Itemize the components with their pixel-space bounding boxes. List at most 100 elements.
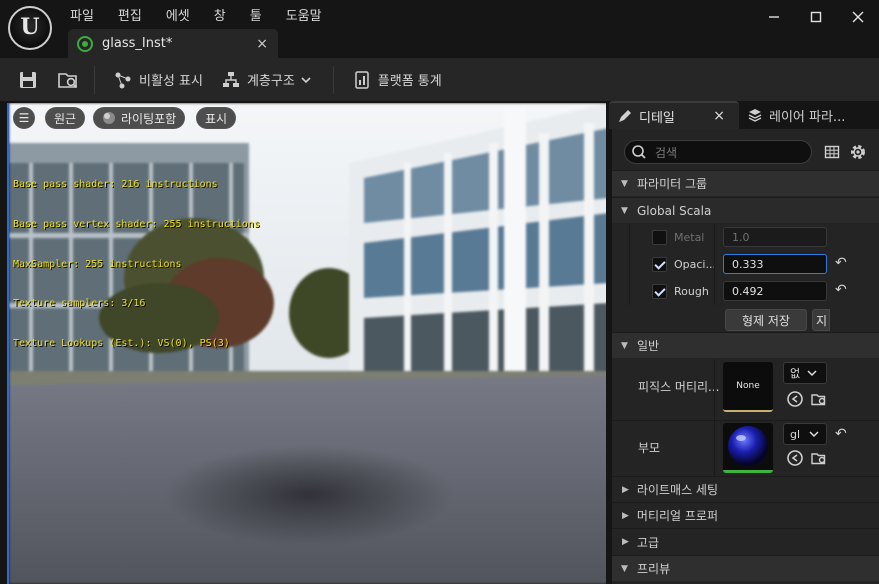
tab-layer-parameters[interactable]: 레이어 파라...: [739, 101, 879, 129]
tab-details[interactable]: 디테일 ×: [609, 101, 739, 129]
section-label: 머티리얼 프로퍼: [636, 509, 719, 523]
section-advanced[interactable]: ▶ 고급: [612, 528, 879, 555]
param-row-metal: Metal 1.0: [612, 224, 879, 251]
thumbnail-none-label: None: [736, 381, 760, 391]
menu-window[interactable]: 창: [202, 2, 238, 27]
save-sibling-button[interactable]: 형제 저장: [725, 309, 807, 331]
menu-edit[interactable]: 편집: [106, 2, 154, 27]
hierarchy-button[interactable]: 계층구조: [221, 70, 319, 90]
tab-layer-label: 레이어 파라...: [769, 109, 846, 125]
use-selected-asset-icon[interactable]: [786, 390, 804, 408]
collapse-arrow-icon: ▼: [621, 178, 628, 189]
material-sphere-preview: [728, 426, 768, 466]
details-search-input[interactable]: 검색: [624, 140, 812, 164]
param-name-rough: Rough: [674, 285, 709, 298]
parent-combo-label: gl: [790, 427, 801, 441]
save-icon[interactable]: [16, 68, 40, 92]
save-child-button[interactable]: 지: [812, 309, 830, 331]
maximize-icon: [810, 11, 822, 23]
tab-close-button[interactable]: ×: [256, 36, 268, 52]
stat-line: Base pass shader: 216 instructions: [13, 179, 218, 191]
section-material-property[interactable]: ▶ 머티리얼 프로퍼: [612, 502, 879, 528]
search-placeholder: 검색: [655, 145, 678, 160]
expand-arrow-icon: ▶: [622, 510, 629, 521]
physical-material-combo-label: 없: [790, 367, 801, 380]
menu-asset[interactable]: 에셋: [154, 2, 202, 27]
category-label: 프리뷰: [637, 562, 671, 576]
layers-icon: [748, 109, 762, 122]
browse-asset-icon[interactable]: [810, 390, 828, 408]
section-lightmass[interactable]: ▶ 라이트매스 세팅: [612, 476, 879, 502]
browse-icon[interactable]: [56, 68, 80, 92]
group-global-scalar[interactable]: ▼ Global Scala: [612, 197, 879, 223]
save-row: 형제 저장 지: [612, 305, 879, 335]
material-instance-icon: [77, 35, 93, 52]
param-value-metal-text: 1.0: [732, 230, 750, 244]
param-enable-checkbox-metal[interactable]: [652, 230, 667, 245]
hierarchy-nodes-icon: [115, 72, 131, 88]
physical-material-thumbnail[interactable]: None: [723, 362, 773, 412]
lit-sphere-icon: [103, 112, 115, 124]
menu-tools[interactable]: 툴: [238, 2, 274, 27]
gear-icon[interactable]: [849, 143, 867, 161]
physical-material-combo[interactable]: 없: [783, 362, 827, 384]
param-value-rough-text: 0.492: [732, 284, 764, 298]
browse-asset-icon[interactable]: [810, 449, 828, 467]
physical-material-row: 피직스 머티리... None 없: [612, 359, 879, 420]
param-enable-checkbox-opacity[interactable]: [652, 257, 667, 272]
tab-title: glass_Inst*: [102, 36, 173, 51]
menu-help[interactable]: 도움말: [274, 2, 334, 27]
show-button[interactable]: 표시: [196, 107, 237, 129]
use-selected-asset-icon[interactable]: [786, 449, 804, 467]
tab-details-close-button[interactable]: ×: [713, 108, 725, 124]
platform-stats-icon: [355, 70, 369, 89]
material-preview-viewport[interactable]: ☰ 원근 라이팅포함 표시 Base pass shader: 216 inst…: [7, 103, 606, 584]
param-value-opacity-text: 0.333: [732, 257, 764, 271]
lighting-mode-button[interactable]: 라이팅포함: [93, 107, 186, 129]
viewport-menu-button[interactable]: ☰: [13, 107, 35, 129]
stat-line: MaxSampler: 255 instructions: [13, 258, 182, 270]
hamburger-menu-icon: ☰: [18, 111, 30, 125]
section-label: 라이트매스 세팅: [636, 483, 719, 497]
column-divider: [714, 359, 715, 476]
parent-material-thumbnail[interactable]: [723, 423, 773, 473]
collapse-arrow-icon: ▼: [621, 340, 628, 351]
param-value-opacity[interactable]: 0.333: [723, 254, 827, 274]
parent-combo[interactable]: gl: [783, 423, 827, 445]
panel-tabs: 디테일 × 레이어 파라...: [609, 101, 879, 129]
hide-inactive-label: 비활성 표시: [139, 74, 203, 89]
maximize-button[interactable]: [795, 0, 837, 34]
unreal-logo[interactable]: U: [8, 6, 52, 50]
category-preview[interactable]: ▼ 프리뷰: [612, 555, 879, 581]
collapse-arrow-icon: ▼: [621, 205, 628, 216]
reset-to-default-icon[interactable]: ↶: [835, 426, 847, 442]
title-bar: U 파일 편집 에셋 창 툴 도움말 glass_Inst* ×: [0, 0, 879, 58]
expand-arrow-icon: ▶: [622, 484, 629, 495]
category-label: 파라미터 그룹: [637, 177, 708, 191]
reset-to-default-icon[interactable]: ↶: [835, 282, 847, 298]
param-value-rough[interactable]: 0.492: [723, 281, 827, 301]
physical-material-label: 피직스 머티리...: [638, 380, 720, 394]
toolbar: 비활성 표시 계층구조 플랫폼 통계: [0, 58, 879, 101]
reset-to-default-icon[interactable]: ↶: [835, 255, 847, 271]
category-parameter-groups[interactable]: ▼ 파라미터 그룹: [612, 170, 879, 196]
minimize-button[interactable]: [753, 0, 795, 34]
hierarchy-label: 계층구조: [246, 74, 295, 89]
param-value-metal[interactable]: 1.0: [723, 227, 827, 247]
shader-stats-overlay: Base pass shader: 216 instructions Base …: [13, 152, 260, 376]
close-icon: [852, 11, 864, 23]
expand-arrow-icon: ▶: [622, 537, 629, 547]
category-general[interactable]: ▼ 일반: [612, 332, 879, 358]
asset-tab[interactable]: glass_Inst* ×: [68, 29, 278, 58]
indent-divider: [629, 224, 630, 305]
platform-stats-button[interactable]: 플랫폼 통계: [352, 70, 442, 90]
close-window-button[interactable]: [837, 0, 879, 34]
param-enable-checkbox-rough[interactable]: [652, 284, 667, 299]
menu-file[interactable]: 파일: [58, 2, 106, 27]
stat-line: Texture Lookups (Est.): VS(0), PS(3): [13, 337, 230, 349]
table-view-icon[interactable]: [824, 144, 840, 160]
tab-details-label: 디테일: [639, 110, 675, 126]
save-sibling-label: 형제 저장: [742, 313, 790, 328]
perspective-button[interactable]: 원근: [45, 107, 86, 129]
hide-inactive-button[interactable]: 비활성 표시: [113, 70, 203, 90]
